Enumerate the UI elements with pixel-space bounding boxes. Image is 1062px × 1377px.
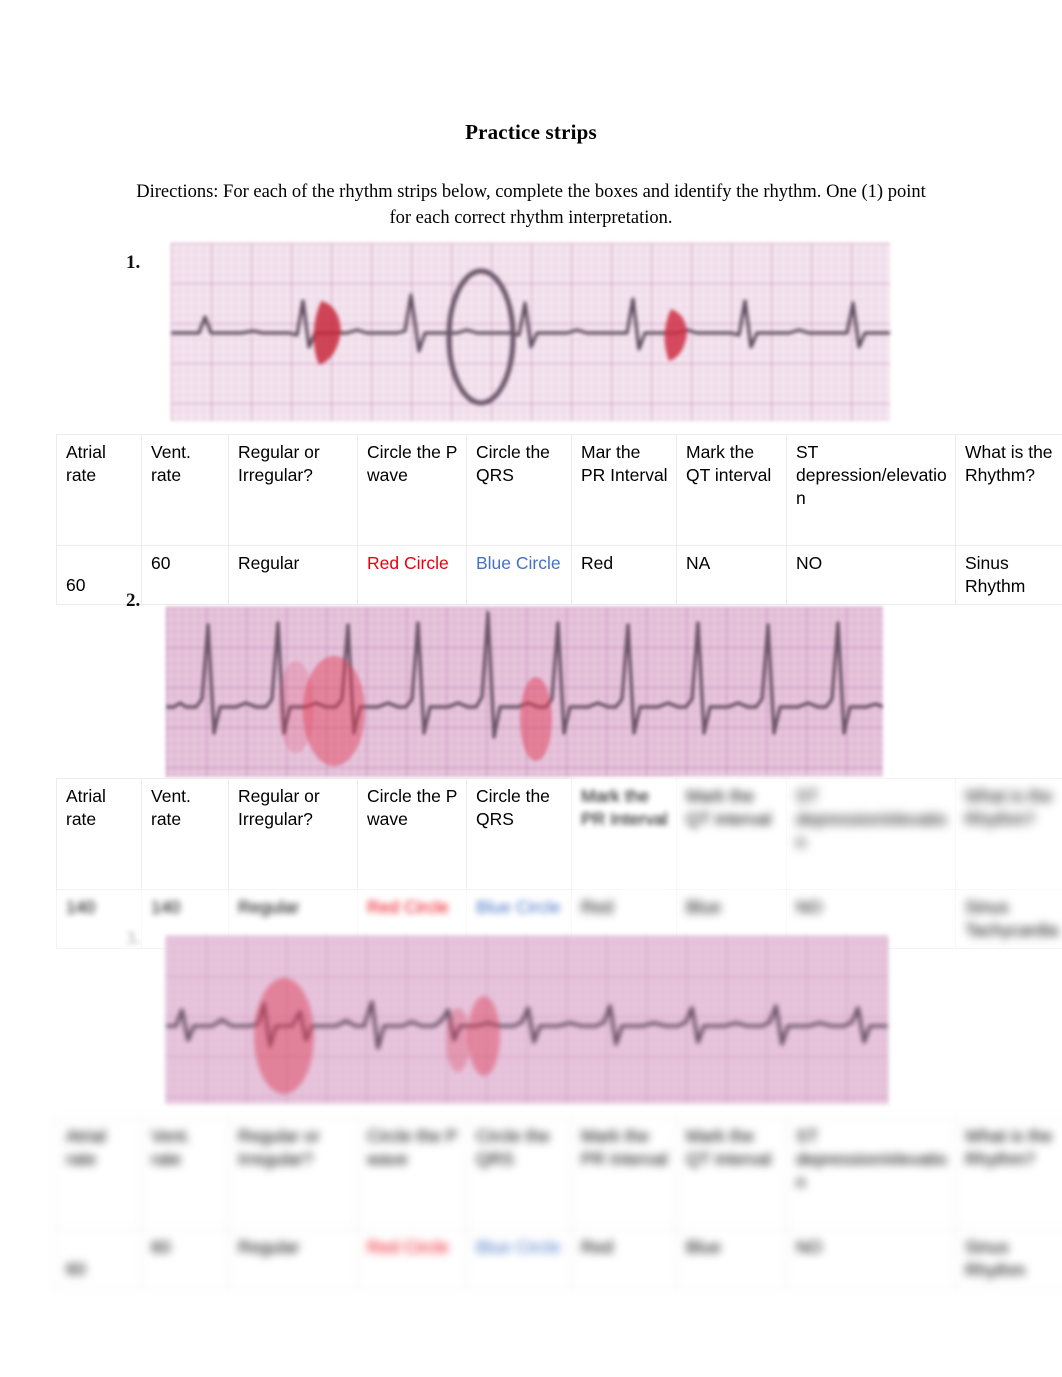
strip-3-table: Atrial rate Vent. rate Regular or Irregu… — [56, 1118, 1062, 1289]
table-header-row: Atrial rate Vent. rate Regular or Irregu… — [56, 1118, 1062, 1230]
table-header-row: Atrial rate Vent. rate Regular or Irregu… — [56, 778, 1062, 890]
header-qt-interval: Mark the QT interval — [676, 434, 787, 546]
table-row: 60 60 Regular Red Circle Blue Circle Red… — [56, 1229, 1062, 1289]
header-atrial-rate: Atrial rate — [56, 434, 142, 546]
page-title: Practice strips — [465, 120, 597, 144]
header-regular-irregular: Regular or Irregular? — [228, 778, 358, 890]
header-qt-interval: Mark the QT interval — [676, 1118, 787, 1230]
ecg-strip-1 — [171, 243, 890, 421]
header-circle-qrs: Circle the QRS — [466, 778, 572, 890]
annotation-red-mark-2 — [664, 309, 687, 361]
cell-pr-interval[interactable]: Red — [571, 1229, 677, 1289]
list-number-2: 2. — [126, 590, 141, 611]
cell-regular-irregular[interactable]: Regular — [228, 1229, 358, 1289]
header-atrial-rate: Atrial rate — [56, 778, 142, 890]
list-number-1: 1. — [126, 252, 141, 273]
ecg-trace-3 — [166, 978, 888, 1094]
cell-vent-rate[interactable]: 60 — [141, 545, 229, 605]
cell-st-depression-elevation[interactable]: NO — [786, 1229, 956, 1289]
table-header-row: Atrial rate Vent. rate Regular or Irregu… — [56, 434, 1062, 546]
cell-rhythm[interactable]: Sinus Tachycardia — [955, 889, 1062, 949]
header-st-depression-elevation: ST depression/elevation — [786, 434, 956, 546]
header-vent-rate: Vent. rate — [141, 434, 229, 546]
table-row: 60 60 Regular Red Circle Blue Circle Red… — [56, 545, 1062, 605]
annotation-dark-ellipse — [446, 268, 516, 406]
header-qt-interval: Mark the QT interval — [676, 778, 787, 890]
annotation-red-mark-1 — [313, 301, 341, 365]
header-rhythm: What is the Rhythm? — [955, 1118, 1062, 1230]
header-circle-p-wave: Circle the P wave — [357, 778, 467, 890]
header-atrial-rate: Atrial rate — [56, 1118, 142, 1230]
directions-line-1: Directions: For each of the rhythm strip… — [136, 182, 822, 202]
header-st-depression-elevation: ST depression/elevation — [786, 778, 956, 890]
header-st-depression-elevation: ST depression/elevation — [786, 1118, 956, 1230]
cell-circle-p-wave[interactable]: Red Circle — [357, 1229, 467, 1289]
cell-vent-rate[interactable]: 60 — [141, 1229, 229, 1289]
header-vent-rate: Vent. rate — [141, 778, 229, 890]
header-rhythm: What is the Rhythm? — [955, 778, 1062, 890]
annotation-red-circle-2 — [520, 677, 552, 761]
directions-text: Directions: For each of the rhythm strip… — [131, 179, 931, 231]
cell-circle-qrs[interactable]: Blue Circle — [466, 1229, 572, 1289]
header-vent-rate: Vent. rate — [141, 1118, 229, 1230]
cell-pr-interval[interactable]: Red — [571, 545, 677, 605]
cell-st-depression-elevation[interactable]: NO — [786, 545, 956, 605]
cell-atrial-rate[interactable]: 60 — [56, 1229, 142, 1289]
header-regular-irregular: Regular or Irregular? — [228, 1118, 358, 1230]
header-pr-interval: Mark the PR Interval — [571, 1118, 677, 1230]
annotation-red-ellipse-1 — [254, 978, 314, 1094]
header-rhythm: What is the Rhythm? — [955, 434, 1062, 546]
cell-circle-p-wave[interactable]: Red Circle — [357, 545, 467, 605]
header-pr-interval: Mar the PR Interval — [571, 434, 677, 546]
strip-1-table: Atrial rate Vent. rate Regular or Irregu… — [56, 434, 1062, 605]
cell-qt-interval[interactable]: NA — [676, 545, 787, 605]
document-page: Practice strips Directions: For each of … — [0, 0, 1062, 1377]
header-pr-interval: Mark the PR Interval — [571, 778, 677, 890]
header-circle-p-wave: Circle the P wave — [357, 434, 467, 546]
ecg-strip-2 — [166, 607, 883, 777]
ecg-strip-3 — [166, 936, 888, 1104]
ecg-trace-2 — [166, 611, 883, 766]
annotation-red-circle-2 — [468, 996, 500, 1076]
cell-rhythm[interactable]: Sinus Rhythm — [955, 1229, 1062, 1289]
cell-atrial-rate-value: 60 — [66, 1259, 86, 1279]
header-circle-p-wave: Circle the P wave — [357, 1118, 467, 1230]
header-regular-irregular: Regular or Irregular? — [228, 434, 358, 546]
cell-regular-irregular[interactable]: Regular — [228, 545, 358, 605]
cell-atrial-rate-value: 60 — [66, 575, 86, 595]
strip-2-table: Atrial rate Vent. rate Regular or Irregu… — [56, 778, 1062, 949]
ecg-trace-1 — [171, 268, 890, 406]
cell-rhythm[interactable]: Sinus Rhythm — [955, 545, 1062, 605]
header-circle-qrs: Circle the QRS — [466, 1118, 572, 1230]
list-number-3: 3. — [126, 928, 141, 949]
cell-qt-interval[interactable]: Blue — [676, 1229, 787, 1289]
header-circle-qrs: Circle the QRS — [466, 434, 572, 546]
cell-circle-qrs[interactable]: Blue Circle — [466, 545, 572, 605]
